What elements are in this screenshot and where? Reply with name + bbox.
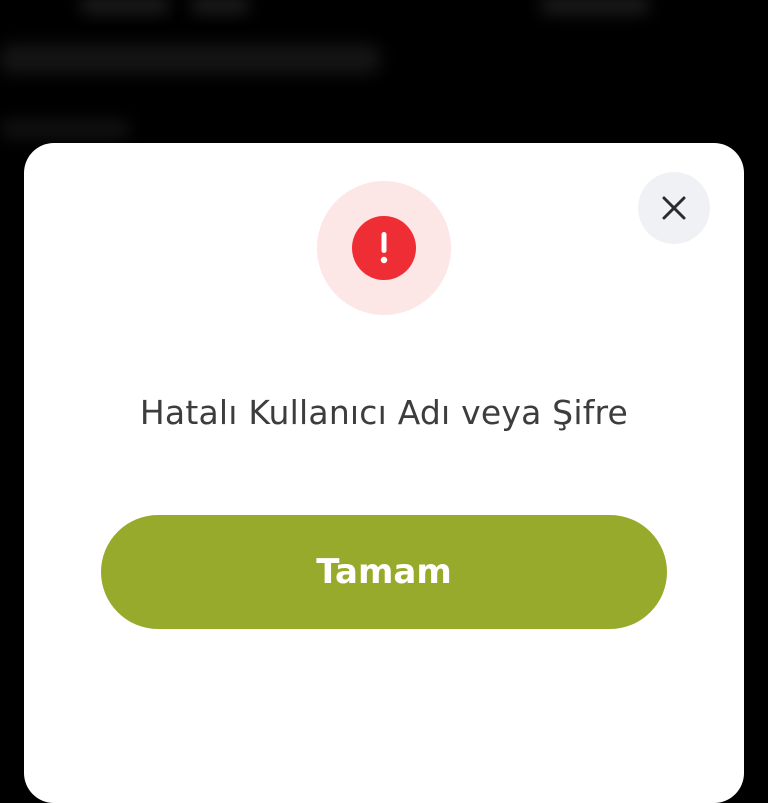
close-button[interactable]	[638, 172, 710, 244]
error-dialog: Hatalı Kullanıcı Adı veya Şifre Tamam	[24, 143, 744, 803]
background-blur-shape	[0, 120, 130, 138]
error-icon-halo	[317, 181, 451, 315]
background-blur-shape	[0, 44, 380, 74]
close-icon	[662, 196, 686, 220]
confirm-button[interactable]: Tamam	[101, 515, 667, 629]
background-blur-shape	[540, 0, 650, 14]
confirm-button-label: Tamam	[316, 552, 452, 592]
background-blur-shape	[80, 0, 170, 14]
background-blur-shape	[190, 0, 250, 14]
error-message: Hatalı Kullanıcı Adı veya Şifre	[139, 393, 629, 432]
error-exclamation-icon	[352, 216, 416, 280]
